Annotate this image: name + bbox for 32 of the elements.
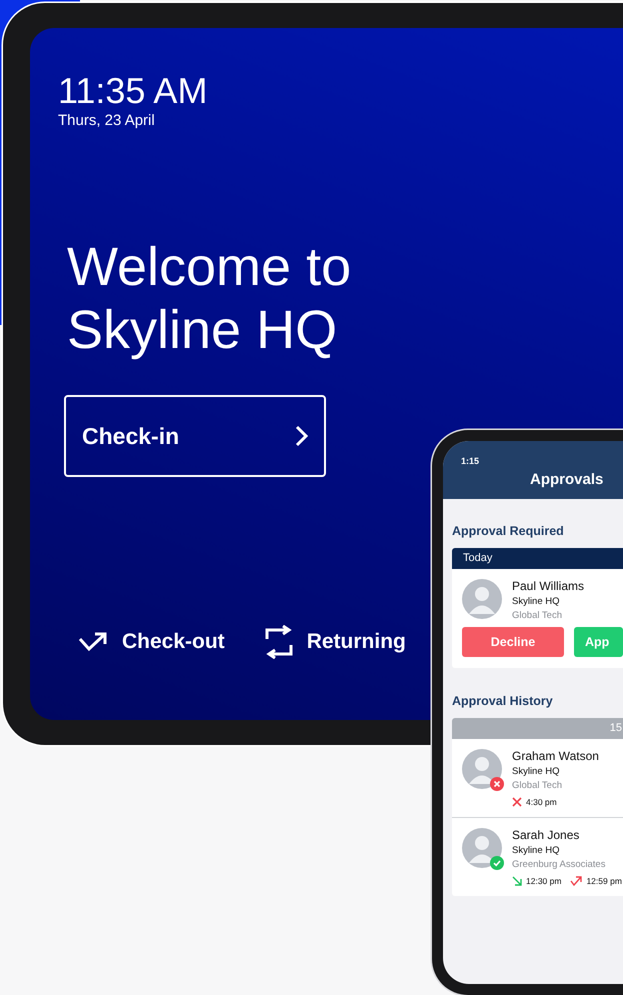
group-header: 15: [452, 718, 623, 739]
arrow-down-right-icon: [512, 876, 522, 886]
visitor-company: Global Tech: [512, 610, 563, 621]
visitor-company: Global Tech: [512, 780, 563, 791]
chevron-right-icon: [295, 425, 309, 447]
status-time: 1:15: [461, 456, 480, 466]
visitor-site: Skyline HQ: [512, 766, 561, 777]
avatar-silhouette: [462, 828, 502, 868]
visitor-company: Greenburg Associates: [512, 859, 606, 870]
visitor-name: Graham Watson: [512, 749, 599, 763]
event-time: 4:30 pm: [526, 797, 557, 807]
repeat-icon: [262, 625, 295, 659]
visitor-site: Skyline HQ: [512, 596, 561, 607]
section-heading: Approval History: [452, 694, 554, 708]
visitor-name: Sarah Jones: [512, 828, 580, 842]
check-out-button[interactable]: Check-out: [78, 625, 225, 659]
clock-date: Thurs, 23 April: [58, 112, 156, 129]
welcome-heading: Welcome to Skyline HQ: [67, 236, 352, 362]
screen-title: Approvals: [530, 471, 604, 488]
check-in-button[interactable]: Check-in: [64, 395, 326, 477]
visitor-name: Paul Williams: [512, 579, 584, 593]
event-time: 12:30 pm: [526, 876, 562, 886]
clock-time: 11:35 AM: [58, 71, 208, 111]
visitor-site: Skyline HQ: [512, 845, 561, 856]
arrow-up-right-icon: [570, 876, 582, 886]
cross-icon: [512, 797, 522, 807]
event-time: 12:59 pm: [586, 876, 622, 886]
section-heading: Approval Required: [452, 524, 565, 538]
group-header: Today: [452, 548, 623, 569]
avatar-silhouette: [462, 579, 502, 619]
avatar-silhouette: [462, 749, 502, 789]
returning-button[interactable]: Returning: [262, 625, 406, 659]
